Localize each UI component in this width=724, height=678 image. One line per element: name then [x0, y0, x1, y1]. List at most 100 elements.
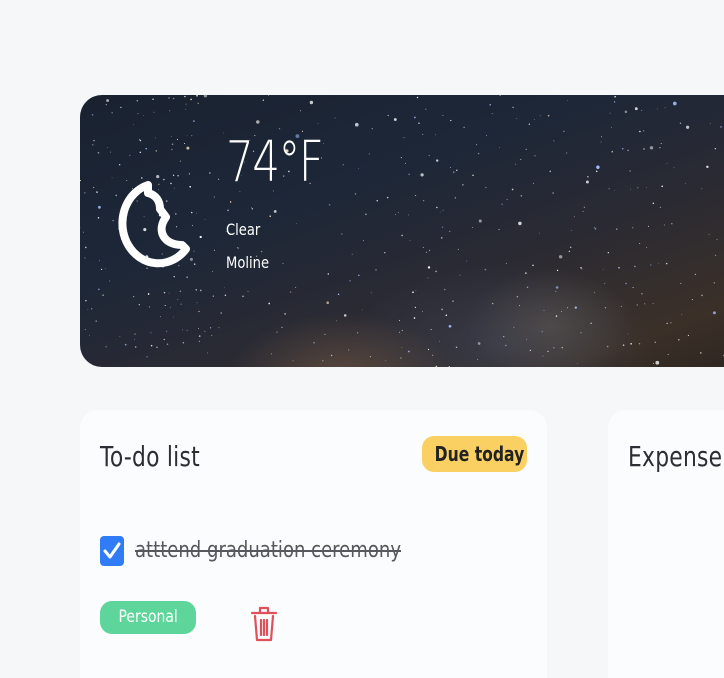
- star: [134, 338, 135, 340]
- star: [701, 294, 703, 297]
- trash-icon[interactable]: [250, 604, 278, 644]
- star: [160, 316, 161, 318]
- star: [370, 292, 372, 294]
- star: [505, 262, 507, 264]
- star: [491, 113, 493, 114]
- star: [403, 137, 405, 139]
- star: [452, 300, 454, 302]
- star: [400, 357, 402, 359]
- star: [428, 154, 431, 157]
- star: [622, 344, 625, 346]
- star: [608, 188, 610, 190]
- star: [456, 169, 458, 171]
- star: [503, 336, 505, 338]
- star: [425, 108, 427, 110]
- todo-item-tag[interactable]: Personal: [100, 601, 196, 634]
- expense-card-title: Expense: [628, 440, 723, 473]
- star: [491, 302, 494, 305]
- star: [166, 343, 169, 345]
- star: [552, 192, 554, 194]
- star: [143, 114, 144, 116]
- star: [169, 110, 171, 112]
- star: [441, 226, 444, 228]
- star: [196, 95, 198, 97]
- star: [634, 107, 638, 111]
- star: [712, 311, 716, 315]
- star: [85, 299, 87, 302]
- star: [430, 328, 432, 331]
- checkmark-icon: [103, 542, 121, 559]
- star: [150, 332, 152, 334]
- star: [309, 100, 314, 105]
- star: [547, 114, 550, 117]
- star: [436, 206, 438, 209]
- star: [207, 352, 208, 354]
- star: [462, 184, 464, 186]
- star: [581, 268, 583, 270]
- star: [173, 316, 174, 318]
- star: [472, 174, 474, 177]
- star: [213, 249, 215, 251]
- star: [398, 331, 400, 333]
- star: [485, 186, 487, 189]
- due-today-badge[interactable]: Due today: [422, 436, 527, 472]
- star: [330, 354, 333, 357]
- star: [412, 291, 414, 294]
- todo-item-checkbox[interactable]: [100, 536, 124, 566]
- star: [657, 108, 658, 110]
- star: [223, 132, 224, 134]
- star: [570, 229, 572, 231]
- star: [569, 246, 572, 249]
- star: [660, 142, 662, 145]
- star: [594, 292, 596, 294]
- star: [404, 162, 406, 164]
- star: [156, 346, 158, 348]
- star: [618, 266, 620, 269]
- star: [296, 223, 297, 224]
- star: [251, 208, 253, 210]
- star: [600, 136, 603, 138]
- star: [639, 130, 641, 133]
- star: [435, 134, 437, 136]
- star: [643, 148, 645, 150]
- star: [563, 130, 565, 132]
- star: [441, 308, 443, 311]
- star: [457, 248, 459, 250]
- star: [324, 333, 326, 335]
- star: [354, 193, 357, 195]
- star: [237, 247, 239, 249]
- star: [91, 113, 94, 116]
- star: [659, 206, 662, 209]
- star: [435, 365, 438, 367]
- star: [526, 286, 529, 288]
- star: [600, 141, 602, 143]
- star: [190, 98, 192, 101]
- star: [337, 293, 340, 296]
- star: [532, 182, 535, 184]
- star: [196, 302, 198, 304]
- star: [528, 123, 530, 125]
- star: [155, 150, 157, 152]
- star: [368, 153, 370, 155]
- star: [227, 209, 229, 212]
- star: [525, 148, 527, 150]
- star: [203, 95, 208, 98]
- star: [137, 113, 139, 115]
- star: [138, 304, 140, 306]
- star: [348, 349, 350, 351]
- star: [281, 326, 283, 329]
- star: [567, 100, 568, 102]
- star: [82, 231, 84, 233]
- star: [84, 192, 86, 194]
- star: [251, 207, 252, 208]
- star: [501, 203, 503, 205]
- star: [667, 353, 669, 356]
- star: [624, 110, 628, 114]
- star: [395, 214, 396, 215]
- star: [369, 356, 371, 358]
- star: [416, 96, 419, 99]
- star: [401, 329, 403, 332]
- star: [713, 282, 715, 284]
- todo-item: atttend graduation ceremony: [100, 536, 520, 568]
- star: [209, 172, 211, 174]
